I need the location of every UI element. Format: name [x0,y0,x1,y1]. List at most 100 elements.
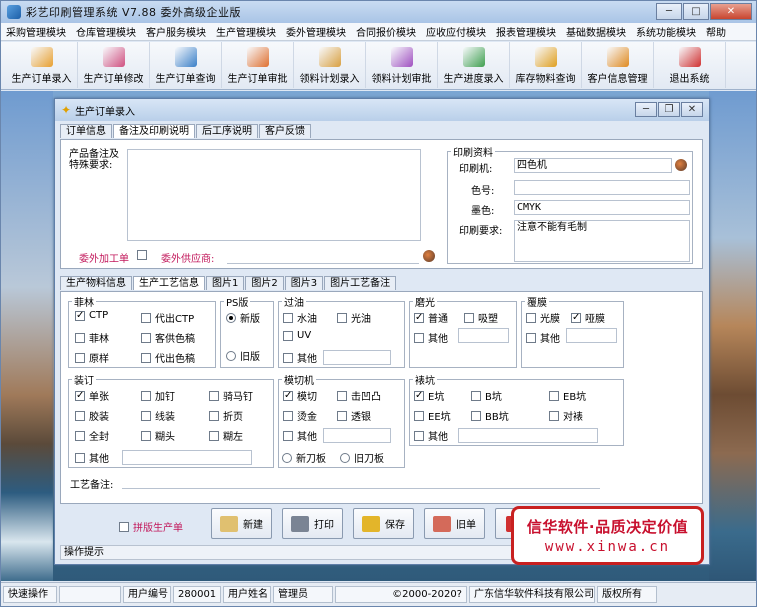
outsource-supplier-input[interactable] [227,249,419,264]
sub-tab[interactable]: 生产物料信息 [60,276,132,290]
option-checkbox[interactable]: ✓ CTP [75,310,108,321]
top-tab[interactable]: 备注及印刷说明 [113,124,195,138]
process-note-input[interactable] [122,474,600,489]
minimize-button[interactable]: ─ [656,3,682,20]
maximize-button[interactable]: □ [683,3,709,20]
option-checkbox[interactable]: EB坑 [549,388,586,403]
print-button[interactable]: 打印 [282,508,343,539]
option-checkbox[interactable]: 糊左 [209,428,243,443]
outsource-order-checkbox[interactable] [137,250,151,260]
option-checkbox[interactable]: 线装 [141,408,175,423]
option-checkbox[interactable]: 其他 [526,330,560,345]
option-checkbox[interactable]: 菲林 [75,330,109,345]
menu-item[interactable]: 基础数据模块 [561,24,631,39]
option-checkbox[interactable]: B坑 [471,388,502,403]
menu-item[interactable]: 客户服务模块 [141,24,211,39]
option-checkbox[interactable]: 其他 [283,350,317,365]
toolbar-button[interactable]: 库存物料查询 [510,42,582,88]
toolbar-button[interactable]: 生产进度录入 [438,42,510,88]
option-checkbox[interactable]: 光油 [337,310,371,325]
option-checkbox[interactable]: 折页 [209,408,243,423]
old-blade-radio[interactable]: 旧刀板 [340,450,384,465]
menu-item[interactable]: 委外管理模块 [281,24,351,39]
option-checkbox[interactable]: 烫金 [283,408,317,423]
top-tab[interactable]: 客户反馈 [259,124,311,138]
color-no-input[interactable] [514,180,690,195]
flute-other-input[interactable] [458,428,598,443]
binding-other-input[interactable] [122,450,252,465]
option-checkbox[interactable]: ✓ 单张 [75,388,109,403]
option-checkbox[interactable]: 对裱 [549,408,583,423]
top-tab[interactable]: 订单信息 [60,124,112,138]
reprint-checkbox[interactable]: 拼版生产单 [119,519,183,534]
option-checkbox[interactable]: ✓ 普通 [414,310,448,325]
quick-ops[interactable]: 快速操作 [3,586,57,603]
menu-item[interactable]: 生产管理模块 [211,24,281,39]
toolbar-button[interactable]: 生产订单查询 [150,42,222,88]
option-checkbox[interactable]: 代出色稿 [141,350,195,365]
option-checkbox[interactable]: 击凹凸 [337,388,381,403]
option-checkbox[interactable]: ✓ E坑 [414,388,444,403]
option-checkbox[interactable]: BB坑 [471,408,509,423]
option-checkbox[interactable]: 糊头 [141,428,175,443]
menu-item[interactable]: 帮助 [701,24,731,39]
sub-tab[interactable]: 图片3 [284,276,324,290]
menu-item[interactable]: 报表管理模块 [491,24,561,39]
print-req-textarea[interactable]: 注意不能有毛制 [514,220,690,262]
ps-new-radio[interactable]: 新版 [226,310,260,325]
option-checkbox[interactable]: 透银 [337,408,371,423]
new-blade-radio[interactable]: 新刀板 [282,450,326,465]
menu-item[interactable]: 仓库管理模块 [71,24,141,39]
option-checkbox[interactable]: 其他 [414,428,448,443]
option-checkbox[interactable]: 光膜 [526,310,560,325]
option-checkbox[interactable]: 胶装 [75,408,109,423]
matte-other-input[interactable] [458,328,509,343]
child-minimize-button[interactable]: ─ [635,102,657,117]
toolbar-button[interactable]: 领料计划审批 [366,42,438,88]
option-checkbox[interactable]: ✓ 哑膜 [571,310,605,325]
product-note-textarea[interactable] [127,149,421,241]
oil-other-input[interactable] [323,350,391,365]
press-picker-icon[interactable] [675,159,687,171]
new-button[interactable]: 新建 [211,508,272,539]
menu-item[interactable]: 应收应付模块 [421,24,491,39]
toolbar-button[interactable]: 生产订单审批 [222,42,294,88]
toolbar-button[interactable]: 生产订单修改 [78,42,150,88]
option-checkbox[interactable]: EE坑 [414,408,451,423]
menu-item[interactable]: 系统功能模块 [631,24,701,39]
toolbar-button[interactable]: 生产订单录入 [6,42,78,88]
old-order-button[interactable]: 旧单 [424,508,485,539]
toolbar-button[interactable]: 客户信息管理 [582,42,654,88]
menu-item[interactable]: 采购管理模块 [1,24,71,39]
option-checkbox[interactable]: 加钉 [141,388,175,403]
option-checkbox[interactable]: 客供色稿 [141,330,195,345]
option-checkbox[interactable]: 全封 [75,428,109,443]
ink-input[interactable]: CMYK [514,200,690,215]
option-checkbox[interactable]: UV [283,330,311,341]
child-close-button[interactable]: ✕ [681,102,703,117]
option-checkbox[interactable]: 其他 [414,330,448,345]
toolbar-button[interactable]: 退出系统 [654,42,726,88]
option-checkbox[interactable]: ✓ 模切 [283,388,317,403]
option-checkbox[interactable]: 其他 [75,450,109,465]
sub-tab[interactable]: 生产工艺信息 [133,276,205,290]
option-checkbox[interactable]: 吸塑 [464,310,498,325]
option-checkbox[interactable]: 其他 [283,428,317,443]
press-input[interactable]: 四色机 [514,158,672,173]
save-button[interactable]: 保存 [353,508,414,539]
option-checkbox[interactable]: 水油 [283,310,317,325]
sub-tab[interactable]: 图片工艺备注 [324,276,397,290]
menu-item[interactable]: 合同报价模块 [351,24,421,39]
option-checkbox[interactable]: 骑马钉 [209,388,253,403]
top-tab[interactable]: 后工序说明 [196,124,258,138]
close-button[interactable]: ✕ [710,3,752,20]
laminate-other-input[interactable] [566,328,617,343]
option-checkbox[interactable]: 代出CTP [141,310,194,325]
child-restore-button[interactable]: ❐ [658,102,680,117]
diecut-other-input[interactable] [323,428,391,443]
option-checkbox[interactable]: 原样 [75,350,109,365]
sub-tab[interactable]: 图片2 [245,276,284,290]
ps-old-radio[interactable]: 旧版 [226,348,260,363]
sub-tab[interactable]: 图片1 [206,276,245,290]
toolbar-button[interactable]: 领料计划录入 [294,42,366,88]
